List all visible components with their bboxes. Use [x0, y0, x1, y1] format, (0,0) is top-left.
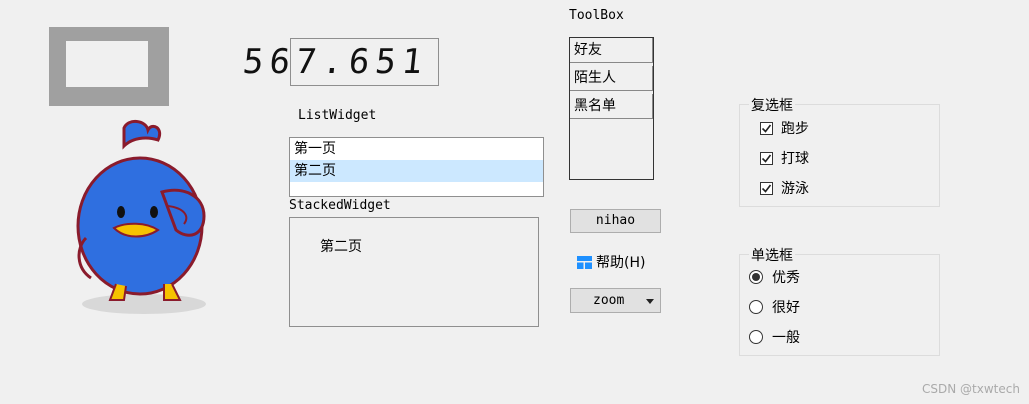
windows-icon: [577, 255, 592, 269]
checkbox-label: 游泳: [781, 181, 809, 197]
raised-frame-inner: [66, 41, 148, 87]
help-button[interactable]: 帮助(H): [577, 253, 645, 271]
checkbox-checked-icon: [760, 181, 773, 195]
list-item-1[interactable]: 第一页: [290, 138, 543, 160]
zoom-combobox-value: zoom: [593, 293, 625, 308]
checkbox-checked-icon: [760, 121, 773, 135]
checkbox-running[interactable]: 跑步: [760, 118, 809, 138]
stacked-page-text: 第二页: [320, 239, 362, 255]
lcd-number: 567.651: [241, 38, 439, 86]
radio-unselected-icon: [749, 330, 763, 344]
toolbox-tab-strangers[interactable]: 陌生人: [570, 66, 653, 91]
help-label: 帮助(H): [596, 255, 646, 271]
toolbox: 好友 陌生人 黑名单: [569, 37, 654, 180]
checkbox-label: 跑步: [781, 121, 809, 137]
toolbox-label: ToolBox: [569, 8, 624, 23]
checkbox-swimming[interactable]: 游泳: [760, 178, 809, 198]
list-widget[interactable]: 第一页 第二页: [289, 137, 544, 197]
raised-frame: [49, 27, 169, 106]
radio-group-title: 单选框: [749, 245, 795, 265]
stacked-widget: 第二页: [289, 217, 539, 327]
checkbox-label: 打球: [781, 151, 809, 167]
zoom-combobox[interactable]: zoom: [570, 288, 661, 313]
radio-unselected-icon: [749, 300, 763, 314]
checkbox-group-title: 复选框: [749, 95, 795, 115]
watermark: CSDN @txwtech: [922, 382, 1020, 396]
nihao-button[interactable]: nihao: [570, 209, 661, 233]
radio-label: 优秀: [772, 270, 800, 286]
toolbox-tab-friends[interactable]: 好友: [570, 38, 653, 63]
toolbox-tab-blacklist[interactable]: 黑名单: [570, 94, 653, 119]
list-widget-label: ListWidget: [298, 108, 377, 123]
radio-excellent[interactable]: 优秀: [749, 267, 800, 287]
chevron-down-icon: [646, 299, 654, 304]
radio-average[interactable]: 一般: [749, 327, 800, 347]
stacked-widget-label: StackedWidget: [289, 198, 391, 213]
list-item-2-selected[interactable]: 第二页: [290, 160, 543, 182]
radio-label: 一般: [772, 330, 800, 346]
blue-bird-icon: [66, 118, 216, 318]
lcd-value: 567.651: [240, 42, 431, 82]
radio-selected-icon: [749, 270, 763, 284]
checkbox-checked-icon: [760, 151, 773, 165]
radio-label: 很好: [772, 300, 800, 316]
radio-very-good[interactable]: 很好: [749, 297, 800, 317]
checkbox-ball[interactable]: 打球: [760, 148, 809, 168]
